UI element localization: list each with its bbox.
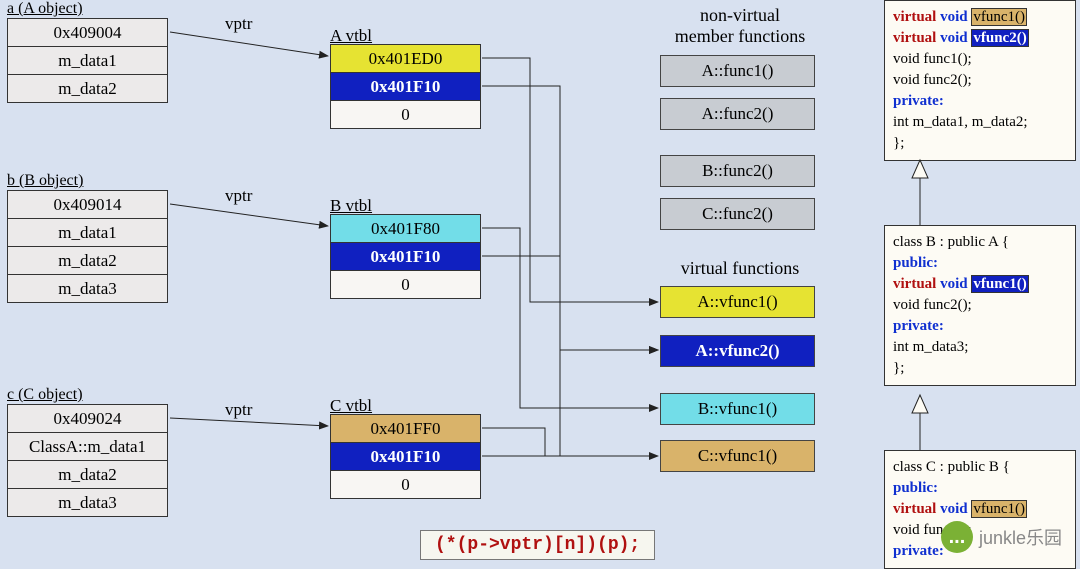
vtbl-b-c0: 0x401F80 (331, 215, 481, 243)
vtbl-b-c1: 0x401F10 (331, 243, 481, 271)
vtbl-b-c2: 0 (331, 271, 481, 299)
obj-c-table: 0x409024 ClassA::m_data1 m_data2 m_data3 (7, 404, 168, 517)
vtbl-a-c0: 0x401ED0 (331, 45, 481, 73)
obj-a-cell2: m_data2 (8, 75, 168, 103)
vf-3: C::vfunc1() (660, 440, 815, 472)
classB-box: class B : public A {public:virtual void … (884, 225, 1076, 386)
vtbl-c-label: C vtbl (330, 396, 372, 416)
nv-1: A::func2() (660, 98, 815, 130)
obj-c-cell0: 0x409024 (8, 405, 168, 433)
obj-c-cell2: m_data2 (8, 461, 168, 489)
nv-2: B::func2() (660, 155, 815, 187)
vtbl-c-c1: 0x401F10 (331, 443, 481, 471)
nonvirtual-heading: non-virtual member functions (650, 5, 830, 47)
obj-c-cell3: m_data3 (8, 489, 168, 517)
obj-b-cell3: m_data3 (8, 275, 168, 303)
vtbl-a: 0x401ED0 0x401F10 0 (330, 44, 481, 129)
vtbl-b-label: B vtbl (330, 196, 372, 216)
vtbl-c: 0x401FF0 0x401F10 0 (330, 414, 481, 499)
watermark: ... junkle乐园 (941, 521, 1062, 553)
obj-a-cell1: m_data1 (8, 47, 168, 75)
ptr-expr: (*(p->vptr)[n])(p); (420, 530, 655, 560)
virtual-heading: virtual functions (650, 258, 830, 279)
obj-b-cell1: m_data1 (8, 219, 168, 247)
obj-a-table: 0x409004 m_data1 m_data2 (7, 18, 168, 103)
vf-1: A::vfunc2() (660, 335, 815, 367)
watermark-text: junkle乐园 (979, 524, 1062, 550)
vptr-c-label: vptr (225, 400, 252, 420)
nv-3: C::func2() (660, 198, 815, 230)
obj-b-label: b (B object) (7, 172, 83, 190)
obj-a-label: a (A object) (7, 0, 83, 18)
wechat-icon: ... (941, 521, 973, 553)
vf-0: A::vfunc1() (660, 286, 815, 318)
vtbl-a-c2: 0 (331, 101, 481, 129)
vptr-a-label: vptr (225, 14, 252, 34)
obj-c-cell1: ClassA::m_data1 (8, 433, 168, 461)
obj-b-table: 0x409014 m_data1 m_data2 m_data3 (7, 190, 168, 303)
classA-box: virtual void vfunc1()virtual void vfunc2… (884, 0, 1076, 161)
vtbl-a-c1: 0x401F10 (331, 73, 481, 101)
obj-c-label: c (C object) (7, 386, 83, 404)
obj-b-cell2: m_data2 (8, 247, 168, 275)
vtbl-b: 0x401F80 0x401F10 0 (330, 214, 481, 299)
vtbl-c-c2: 0 (331, 471, 481, 499)
nv-0: A::func1() (660, 55, 815, 87)
obj-b-cell0: 0x409014 (8, 191, 168, 219)
vtbl-a-label: A vtbl (330, 26, 372, 46)
vf-2: B::vfunc1() (660, 393, 815, 425)
obj-a-cell0: 0x409004 (8, 19, 168, 47)
vptr-b-label: vptr (225, 186, 252, 206)
vtbl-c-c0: 0x401FF0 (331, 415, 481, 443)
